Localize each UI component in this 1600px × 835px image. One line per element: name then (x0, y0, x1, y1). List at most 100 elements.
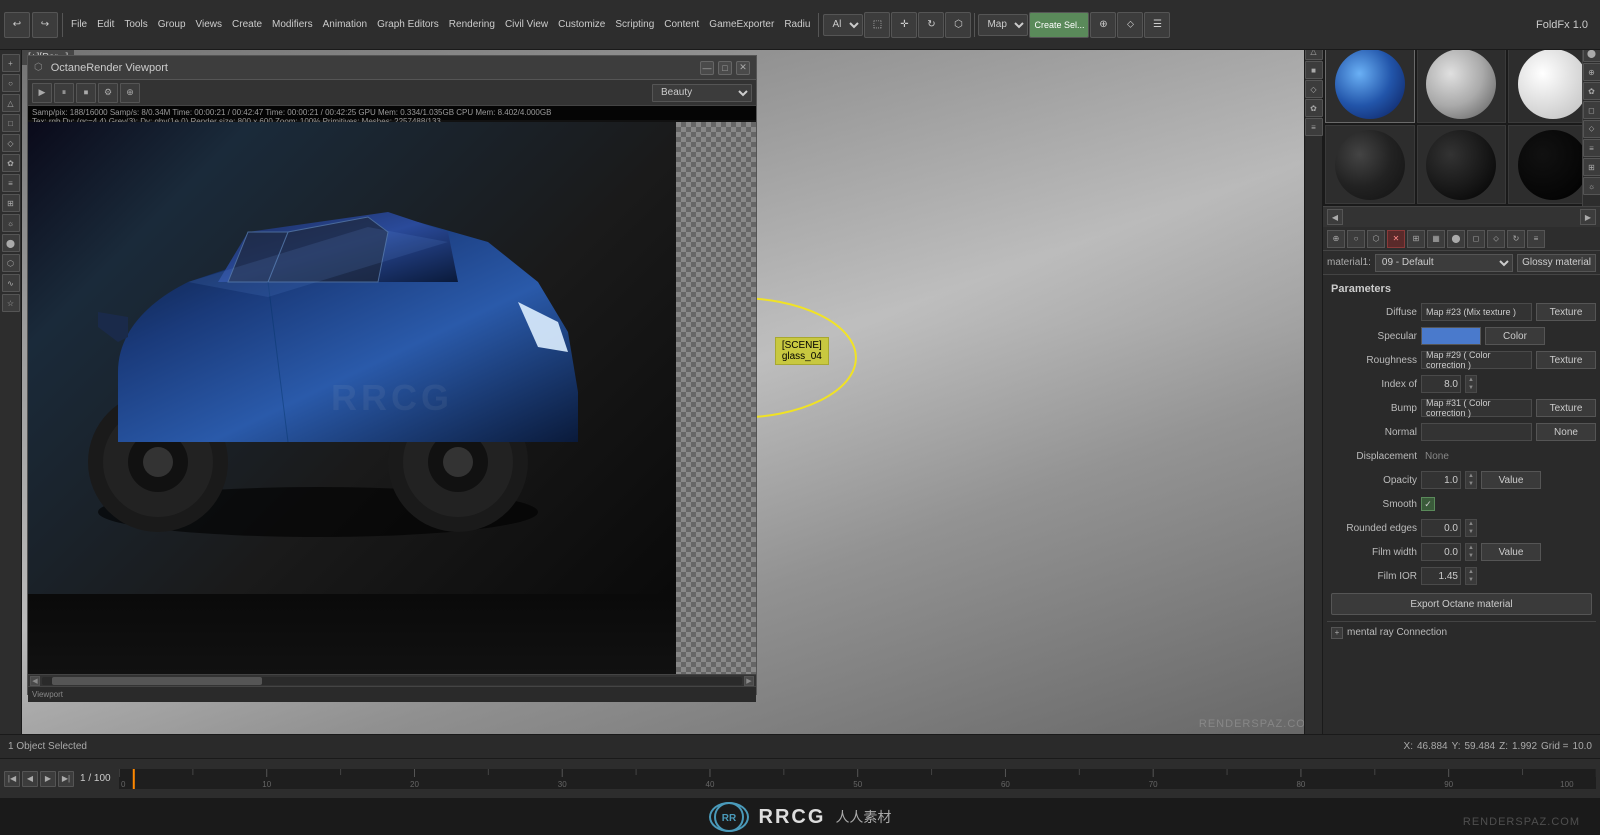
left-btn-5[interactable]: ◇ (2, 134, 20, 152)
graph-editors-menu[interactable]: Graph Editors (373, 19, 443, 30)
normal-value[interactable] (1421, 423, 1532, 441)
edit-menu[interactable]: Edit (93, 19, 118, 30)
bump-type[interactable]: Texture (1536, 399, 1596, 417)
mat-tool-6[interactable]: ⬤ (1447, 230, 1465, 248)
smooth-checkbox[interactable]: ✓ (1421, 497, 1435, 511)
mat-tool-3[interactable]: ⬡ (1367, 230, 1385, 248)
mat-right-btn-7[interactable]: ⊞ (1583, 158, 1600, 176)
scroll-track[interactable] (42, 677, 742, 685)
right-btn-5[interactable]: ◇ (1305, 80, 1323, 98)
mat-right-btn-6[interactable]: ≡ (1583, 139, 1600, 157)
file-menu[interactable]: File (67, 19, 91, 30)
specular-color[interactable] (1421, 327, 1481, 345)
timeline-ruler[interactable]: 0 10 20 30 40 50 60 (119, 769, 1596, 789)
normal-type[interactable]: None (1536, 423, 1596, 441)
oct-settings-btn[interactable]: ⚙ (98, 83, 118, 103)
snap-btn[interactable]: ⊕ (1090, 12, 1116, 38)
mat-tool-5[interactable]: ▦ (1427, 230, 1445, 248)
mat-tool-1[interactable]: ⊕ (1327, 230, 1345, 248)
selection-dropdown[interactable]: All (823, 14, 863, 36)
right-btn-4[interactable]: ■ (1305, 61, 1323, 79)
mat-tool-4[interactable]: ⊞ (1407, 230, 1425, 248)
diffuse-value[interactable]: Map #23 (Mix texture ) (1421, 303, 1532, 321)
mat-tool-9[interactable]: ↻ (1507, 230, 1525, 248)
mat-right-btn-2[interactable]: ⊕ (1583, 63, 1600, 81)
left-btn-8[interactable]: ⊞ (2, 194, 20, 212)
opacity-up[interactable]: ▲ (1466, 472, 1476, 480)
mat-nav-next[interactable]: ▶ (1580, 209, 1596, 225)
film-width-type[interactable]: Value (1481, 543, 1541, 561)
tools-menu[interactable]: Tools (120, 19, 151, 30)
film-width-spinner[interactable]: ▲ ▼ (1465, 543, 1477, 561)
select-btn[interactable]: ⬚ (864, 12, 890, 38)
opacity-type[interactable]: Value (1481, 471, 1541, 489)
views-menu[interactable]: Views (192, 19, 227, 30)
mirror-btn[interactable]: ⬦ (1117, 12, 1143, 38)
scripting-menu[interactable]: Scripting (611, 19, 658, 30)
mat-tool-2[interactable]: ○ (1347, 230, 1365, 248)
film-ior-value[interactable]: 1.45 (1421, 567, 1461, 585)
left-btn-6[interactable]: ✿ (2, 154, 20, 172)
rendering-menu[interactable]: Rendering (445, 19, 499, 30)
align-btn[interactable]: ☰ (1144, 12, 1170, 38)
preview-cell-1[interactable] (1325, 44, 1415, 123)
preview-cell-4[interactable] (1325, 125, 1415, 204)
view-dropdown[interactable]: Map (978, 14, 1028, 36)
left-btn-12[interactable]: ∿ (2, 274, 20, 292)
film-width-value[interactable]: 0.0 (1421, 543, 1461, 561)
octane-titlebar[interactable]: ⬡ OctaneRender Viewport — □ ✕ (28, 56, 756, 80)
scroll-thumb[interactable] (52, 677, 262, 685)
opacity-down[interactable]: ▼ (1466, 480, 1476, 488)
mat-name-select[interactable]: 09 - Default (1375, 254, 1513, 272)
rounded-up[interactable]: ▲ (1466, 520, 1476, 528)
right-btn-6[interactable]: ✿ (1305, 99, 1323, 117)
radiu-menu[interactable]: Radiu (780, 19, 814, 30)
play-fwd-btn[interactable]: ▶ (40, 771, 56, 787)
oct-mode-select[interactable]: Beauty (652, 84, 752, 102)
left-btn-1[interactable]: + (2, 54, 20, 72)
group-menu[interactable]: Group (154, 19, 190, 30)
mat-nav-prev[interactable]: ◀ (1327, 209, 1343, 225)
close-btn[interactable]: ✕ (736, 61, 750, 75)
preview-cell-2[interactable] (1417, 44, 1507, 123)
left-btn-10[interactable]: ⬤ (2, 234, 20, 252)
undo-btn[interactable]: ↩ (4, 12, 30, 38)
create-menu[interactable]: Create (228, 19, 266, 30)
left-btn-9[interactable]: ☼ (2, 214, 20, 232)
rounded-edges-value[interactable]: 0.0 (1421, 519, 1461, 537)
next-frame-btn[interactable]: ▶| (58, 771, 74, 787)
oct-camera-btn[interactable]: ⊕ (120, 83, 140, 103)
diffuse-type[interactable]: Texture (1536, 303, 1596, 321)
create-sel-btn[interactable]: Create Sel... (1029, 12, 1089, 38)
film-ior-up[interactable]: ▲ (1466, 568, 1476, 576)
maximize-btn[interactable]: □ (718, 61, 732, 75)
preview-cell-5[interactable] (1417, 125, 1507, 204)
mat-right-btn-4[interactable]: ◻ (1583, 101, 1600, 119)
index-down[interactable]: ▼ (1466, 384, 1476, 392)
left-btn-11[interactable]: ⬡ (2, 254, 20, 272)
scroll-left[interactable]: ◀ (30, 676, 40, 686)
play-back-btn[interactable]: ◀ (22, 771, 38, 787)
redo-btn[interactable]: ↪ (32, 12, 58, 38)
index-value[interactable]: 8.0 (1421, 375, 1461, 393)
customize-menu[interactable]: Customize (554, 19, 609, 30)
specular-type[interactable]: Color (1485, 327, 1545, 345)
oct-render-btn[interactable]: ▶ (32, 83, 52, 103)
index-up[interactable]: ▲ (1466, 376, 1476, 384)
export-octane-btn[interactable]: Export Octane material (1331, 593, 1592, 615)
move-btn[interactable]: ✛ (891, 12, 917, 38)
mr-expand-icon[interactable]: + (1331, 627, 1343, 639)
scale-btn[interactable]: ⬡ (945, 12, 971, 38)
rotate-btn[interactable]: ↻ (918, 12, 944, 38)
mat-tool-7[interactable]: ◻ (1467, 230, 1485, 248)
content-menu[interactable]: Content (660, 19, 703, 30)
mat-right-btn-5[interactable]: ⬦ (1583, 120, 1600, 138)
modifiers-menu[interactable]: Modifiers (268, 19, 317, 30)
bump-value[interactable]: Map #31 ( Color correction ) (1421, 399, 1532, 417)
game-exporter-menu[interactable]: GameExporter (705, 19, 778, 30)
left-btn-2[interactable]: ○ (2, 74, 20, 92)
roughness-value[interactable]: Map #29 ( Color correction ) (1421, 351, 1532, 369)
film-width-up[interactable]: ▲ (1466, 544, 1476, 552)
scroll-right[interactable]: ▶ (744, 676, 754, 686)
film-width-down[interactable]: ▼ (1466, 552, 1476, 560)
